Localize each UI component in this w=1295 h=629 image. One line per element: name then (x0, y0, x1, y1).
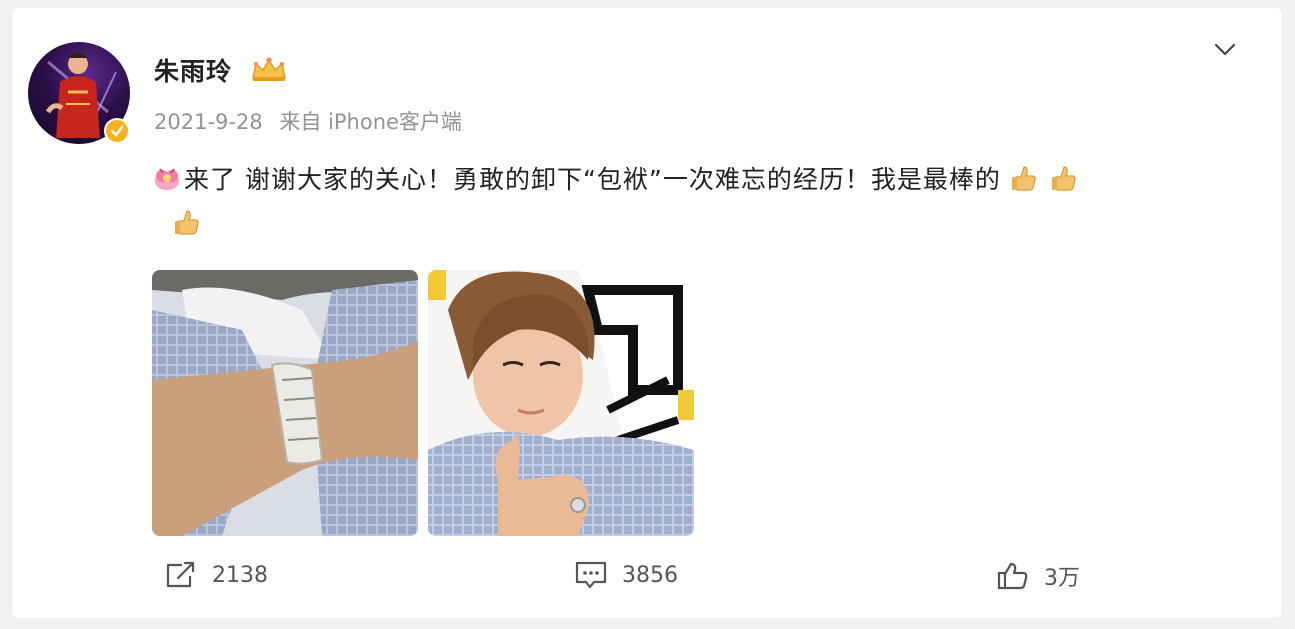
like-count: 3万 (1044, 566, 1080, 591)
post-text: 来了 谢谢大家的关心！勇敢的卸下“包袱”一次难忘的经历！我是最棒的 (184, 165, 1001, 194)
comment-count: 3856 (622, 562, 678, 588)
thumbs-up-emoji-icon (1009, 163, 1039, 193)
thumbs-up-emoji-icon (1049, 163, 1079, 193)
action-bar: 2138 3856 3万 (12, 560, 1282, 600)
chevron-down-icon[interactable] (1212, 36, 1238, 62)
post-date[interactable]: 2021-9-28 (154, 110, 263, 134)
post-source: 来自 iPhone客户端 (279, 110, 462, 134)
comment-icon (575, 561, 607, 589)
verified-badge-icon (104, 118, 130, 144)
thumbs-up-icon (997, 562, 1028, 590)
author-name[interactable]: 朱雨玲 (154, 52, 232, 88)
crown-icon (250, 56, 288, 84)
post-meta: 2021-9-28 来自 iPhone客户端 (154, 106, 472, 136)
repost-button[interactable]: 2138 (164, 560, 268, 590)
like-button[interactable]: 3万 (996, 560, 1080, 592)
thumbs-up-emoji-icon (172, 207, 202, 237)
repost-icon (166, 561, 195, 588)
comment-button[interactable]: 3856 (574, 560, 678, 590)
flower-emoji-icon (152, 163, 182, 193)
weibo-post-card: 朱雨玲 2021-9-28 来自 iPhone客户端 来了 谢谢大家的关心！勇敢… (12, 8, 1282, 618)
selfie-photo[interactable] (428, 270, 694, 536)
post-body: 来了 谢谢大家的关心！勇敢的卸下“包袱”一次难忘的经历！我是最棒的 (152, 158, 1232, 246)
wristband-photo[interactable] (152, 270, 418, 536)
repost-count: 2138 (212, 562, 268, 588)
